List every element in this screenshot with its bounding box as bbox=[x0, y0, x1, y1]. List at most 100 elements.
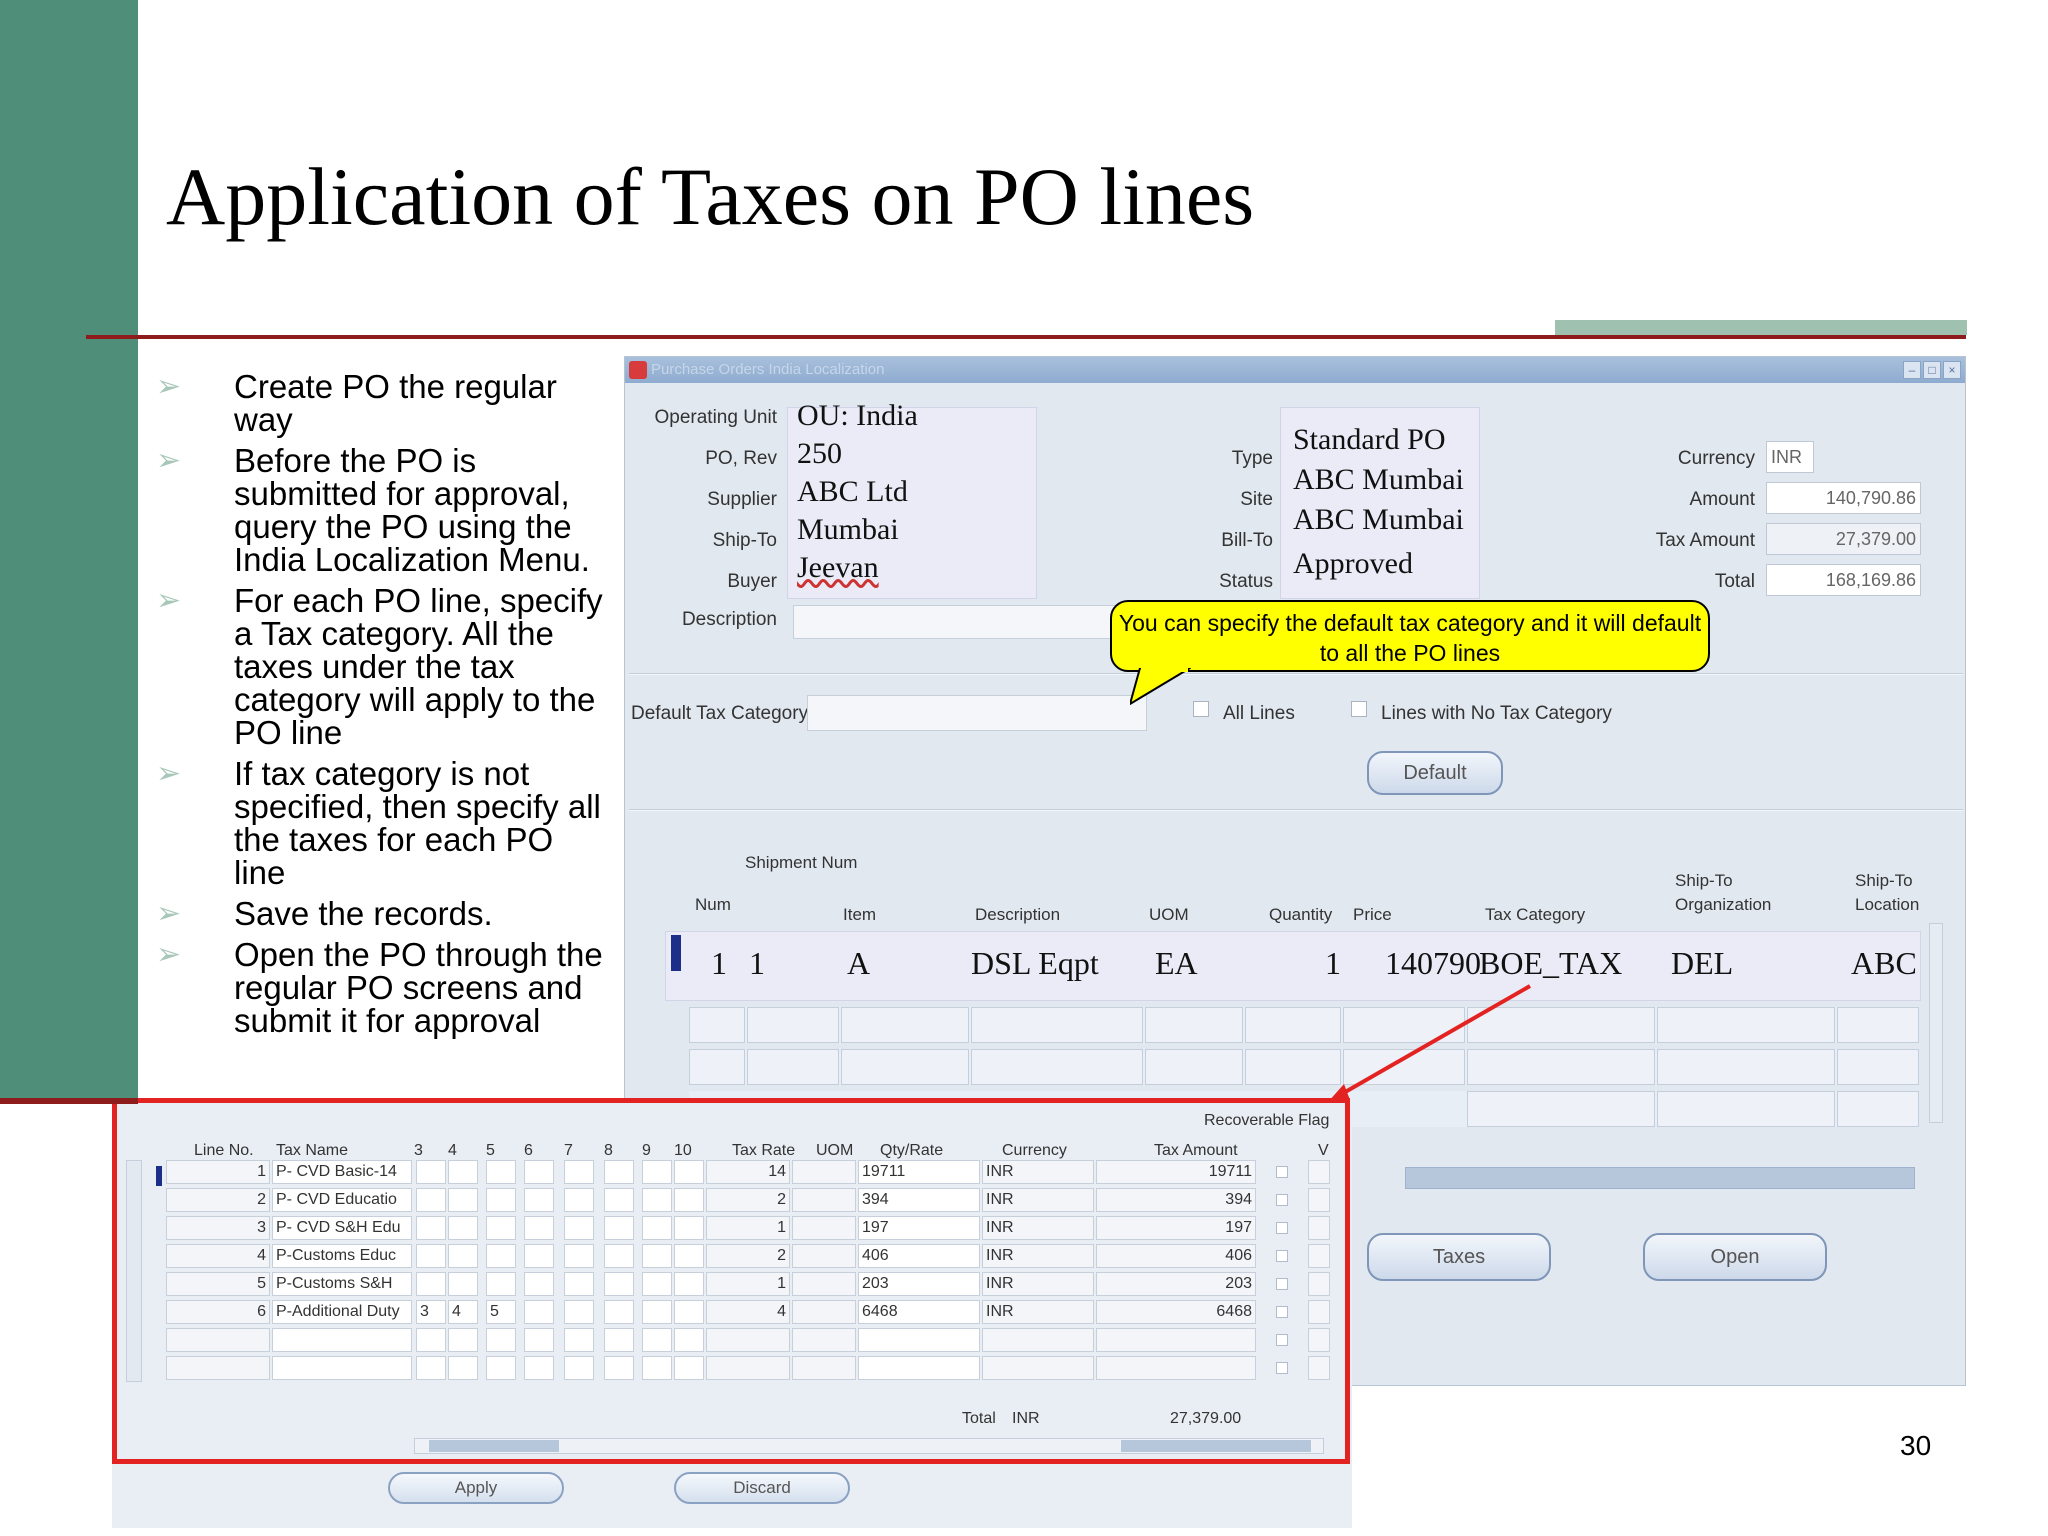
arrow-bullet-icon: ➢ bbox=[156, 757, 182, 790]
empty-cell[interactable] bbox=[1837, 1007, 1919, 1043]
amount-field[interactable]: 140,790.86 bbox=[1766, 482, 1921, 514]
supplier-value[interactable]: ABC Ltd bbox=[797, 475, 908, 509]
section-separator bbox=[629, 809, 1963, 811]
item-header: Item bbox=[843, 905, 877, 924]
slide-corner-accent bbox=[1555, 320, 1967, 335]
open-button[interactable]: Open bbox=[1643, 1233, 1827, 1281]
amount-label: Amount bbox=[1689, 489, 1755, 510]
apply-button[interactable]: Apply bbox=[388, 1472, 564, 1504]
supplier-label: Supplier bbox=[707, 489, 777, 510]
tax-category-cell[interactable]: BOE_TAX bbox=[1479, 945, 1622, 982]
empty-cell[interactable] bbox=[1467, 1091, 1655, 1127]
empty-cell[interactable] bbox=[1837, 1091, 1919, 1127]
ship-to-org-header: Ship-To Organization bbox=[1675, 871, 1772, 914]
empty-cell[interactable] bbox=[1145, 1049, 1243, 1085]
arrow-bullet-icon: ➢ bbox=[156, 938, 182, 971]
empty-cell[interactable] bbox=[1343, 1007, 1465, 1043]
description-header: Description bbox=[975, 905, 1061, 924]
vertical-scrollbar[interactable] bbox=[1929, 923, 1943, 1123]
po-rev-value[interactable]: 250 bbox=[797, 437, 842, 471]
ship-to-org-cell[interactable]: DEL bbox=[1671, 945, 1733, 982]
arrow-bullet-icon: ➢ bbox=[156, 444, 182, 477]
num-header: Num bbox=[695, 895, 731, 914]
callout-default-tax-note: You can specify the default tax category… bbox=[1110, 600, 1710, 672]
window-titlebar[interactable]: Purchase Orders India Localization – □ × bbox=[625, 357, 1965, 383]
bullet-item: ➢ For each PO line, specify a Tax categor… bbox=[156, 582, 603, 751]
empty-cell[interactable] bbox=[1657, 1091, 1835, 1127]
tax-category-header: Tax Category bbox=[1485, 905, 1586, 924]
description-cell[interactable]: DSL Eqpt bbox=[971, 945, 1099, 982]
empty-cell[interactable] bbox=[1467, 1007, 1655, 1043]
empty-cell[interactable] bbox=[1245, 1049, 1341, 1085]
lines-no-tax-category-label: Lines with No Tax Category bbox=[1381, 703, 1612, 724]
empty-cell[interactable] bbox=[1837, 1049, 1919, 1085]
maximize-icon[interactable]: □ bbox=[1923, 361, 1941, 379]
horizontal-scrollbar[interactable] bbox=[1405, 1167, 1915, 1189]
bullet-item: ➢ Open the PO through the regular PO scre… bbox=[156, 936, 603, 1039]
empty-cell[interactable] bbox=[747, 1007, 839, 1043]
ship-to-label: Ship-To bbox=[712, 530, 777, 551]
status-value: Approved bbox=[1293, 547, 1413, 580]
empty-cell[interactable] bbox=[971, 1049, 1143, 1085]
close-icon[interactable]: × bbox=[1943, 361, 1961, 379]
accent-divider bbox=[0, 1098, 138, 1104]
bullet-item: ➢ Create PO the regular way bbox=[156, 368, 557, 438]
empty-cell[interactable] bbox=[1145, 1007, 1243, 1043]
quantity-cell[interactable]: 1 bbox=[1325, 945, 1341, 982]
quantity-header: Quantity bbox=[1269, 905, 1333, 924]
callout-tail bbox=[1130, 668, 1191, 705]
total-label: Total bbox=[1714, 571, 1755, 592]
po-rev-label: PO, Rev bbox=[705, 448, 777, 469]
page-number: 30 bbox=[1900, 1430, 1932, 1461]
buyer-label: Buyer bbox=[727, 571, 777, 592]
total-field[interactable]: 168,169.86 bbox=[1766, 564, 1921, 596]
price-header: Price bbox=[1353, 905, 1392, 924]
taxes-button[interactable]: Taxes bbox=[1367, 1233, 1551, 1281]
default-button[interactable]: Default bbox=[1367, 751, 1503, 795]
minimize-icon[interactable]: – bbox=[1903, 361, 1921, 379]
window-title: Purchase Orders India Localization bbox=[651, 361, 885, 378]
empty-cell[interactable] bbox=[841, 1007, 969, 1043]
empty-cell[interactable] bbox=[841, 1049, 969, 1085]
line-num-cell[interactable]: 1 bbox=[711, 945, 727, 982]
currency-field[interactable]: INR bbox=[1766, 441, 1814, 473]
empty-cell[interactable] bbox=[971, 1007, 1143, 1043]
item-cell[interactable]: A bbox=[847, 945, 870, 982]
empty-cell[interactable] bbox=[689, 1049, 745, 1085]
slide-accent-bar bbox=[0, 0, 138, 1100]
uom-cell[interactable]: EA bbox=[1155, 945, 1198, 982]
window-controls: – □ × bbox=[1903, 361, 1961, 379]
empty-cell[interactable] bbox=[1245, 1007, 1341, 1043]
price-cell[interactable]: 140790 bbox=[1385, 945, 1481, 982]
empty-cell[interactable] bbox=[689, 1007, 745, 1043]
current-record-indicator bbox=[671, 935, 681, 971]
ship-to-loc-cell[interactable]: ABC bbox=[1851, 945, 1917, 982]
site-label: Site bbox=[1240, 489, 1273, 510]
buyer-value[interactable]: Jeevan bbox=[797, 551, 879, 585]
arrow-bullet-icon: ➢ bbox=[156, 370, 182, 403]
empty-cell[interactable] bbox=[1657, 1007, 1835, 1043]
operating-unit-value[interactable]: OU: India bbox=[797, 399, 918, 433]
site-value[interactable]: ABC Mumbai bbox=[1293, 463, 1464, 497]
tax-amount-field[interactable]: 27,379.00 bbox=[1766, 523, 1921, 555]
uom-header: UOM bbox=[1149, 905, 1189, 924]
empty-line-row[interactable] bbox=[689, 1049, 1919, 1085]
shipment-num-cell[interactable]: 1 bbox=[749, 945, 765, 982]
status-label: Status bbox=[1219, 571, 1273, 592]
empty-cell[interactable] bbox=[747, 1049, 839, 1085]
bill-to-label: Bill-To bbox=[1221, 530, 1273, 551]
all-lines-label: All Lines bbox=[1223, 703, 1295, 724]
bill-to-value[interactable]: ABC Mumbai bbox=[1293, 503, 1464, 537]
empty-line-row[interactable] bbox=[689, 1007, 1919, 1043]
empty-cell[interactable] bbox=[1657, 1049, 1835, 1085]
empty-cell[interactable] bbox=[1467, 1049, 1655, 1085]
ship-to-value[interactable]: Mumbai bbox=[797, 513, 899, 547]
arrow-bullet-icon: ➢ bbox=[156, 897, 182, 930]
lines-no-tax-category-checkbox[interactable] bbox=[1351, 701, 1367, 717]
empty-cell[interactable] bbox=[1343, 1049, 1465, 1085]
type-value[interactable]: Standard PO bbox=[1293, 423, 1446, 457]
slide-title: Application of Taxes on PO lines bbox=[166, 151, 1255, 242]
title-divider bbox=[86, 335, 1966, 339]
default-tax-category-field[interactable] bbox=[807, 695, 1147, 731]
discard-button[interactable]: Discard bbox=[674, 1472, 850, 1504]
